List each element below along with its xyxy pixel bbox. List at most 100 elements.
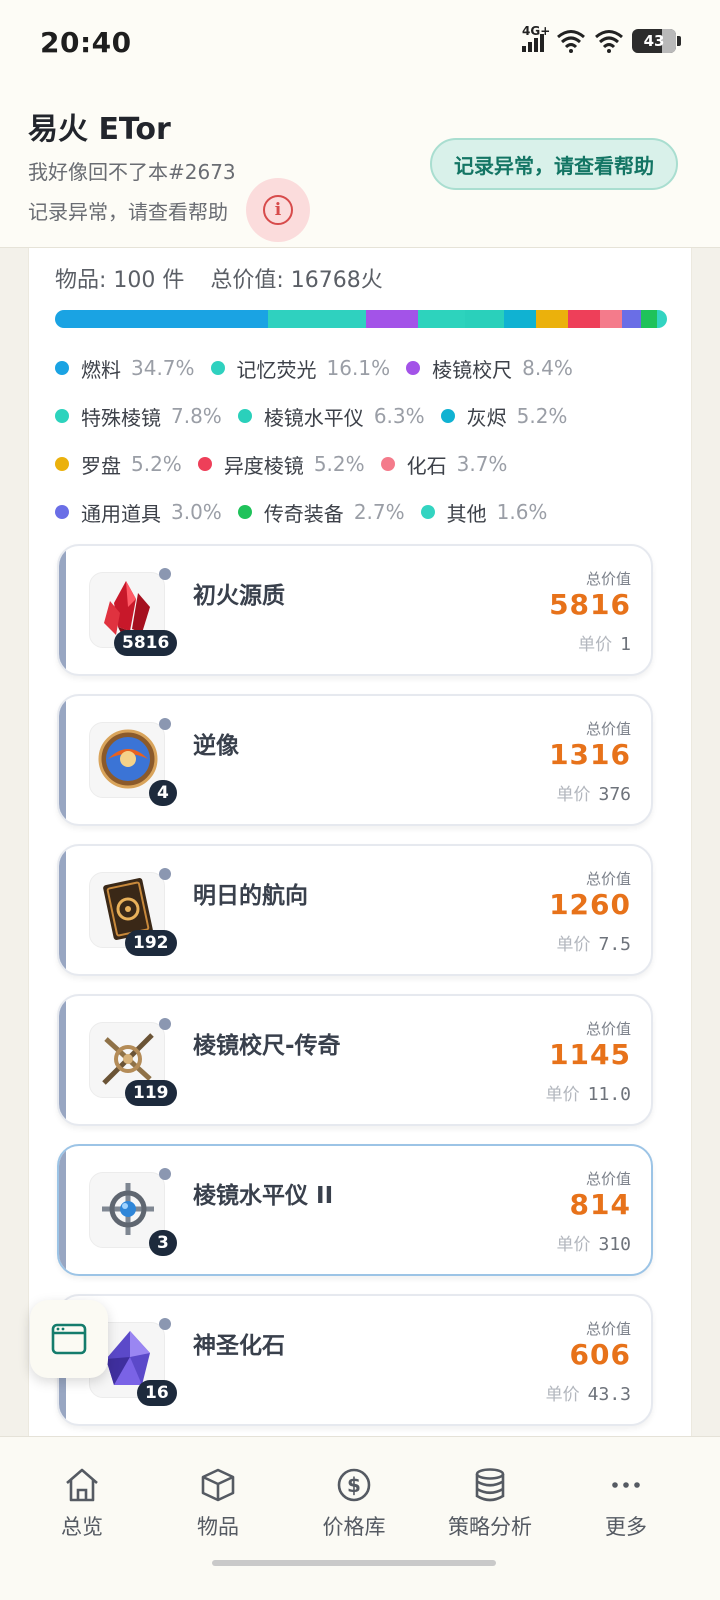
legend-dot bbox=[197, 457, 212, 471]
legend-name: 记忆荧光 bbox=[236, 357, 317, 382]
item-count-badge: 16 bbox=[137, 1380, 177, 1406]
legend-dot bbox=[237, 409, 252, 423]
item-accent-bar bbox=[59, 996, 66, 1124]
cube-icon bbox=[201, 1468, 235, 1502]
floating-window-button[interactable] bbox=[30, 1300, 108, 1378]
nav-more[interactable]: 更多 bbox=[556, 1467, 696, 1541]
legend-percent: 3.7% bbox=[456, 452, 508, 476]
legend-name: 棱镜校尺 bbox=[432, 357, 513, 382]
legend-percent: 16.1% bbox=[326, 356, 391, 380]
distribution-segment bbox=[640, 310, 658, 328]
nav-overview[interactable]: 总览 bbox=[12, 1467, 152, 1541]
distribution-segment bbox=[55, 310, 268, 328]
legend-item: 记忆荧光 16.1% bbox=[210, 354, 391, 383]
item-accent-bar bbox=[59, 546, 66, 674]
home-icon bbox=[66, 1468, 98, 1502]
item-card[interactable]: 3 棱镜水平仪 II 总价值 814 单价 310 bbox=[57, 1144, 653, 1276]
nav-price-library[interactable]: $ 价格库 bbox=[284, 1467, 424, 1541]
nav-items[interactable]: 物品 bbox=[148, 1467, 288, 1541]
nav-strategy[interactable]: 策略分析 bbox=[420, 1467, 560, 1541]
legend-row: 燃料 34.7% 记忆荧光 16.1% 棱镜校尺 8.4% bbox=[55, 344, 675, 392]
item-status-dot bbox=[159, 1168, 171, 1180]
item-name: 棱镜水平仪 II bbox=[193, 1183, 334, 1209]
item-status-dot bbox=[159, 718, 171, 730]
item-total-label: 总价值 bbox=[585, 720, 631, 738]
legend-name: 灰烬 bbox=[466, 405, 507, 430]
item-total-label: 总价值 bbox=[585, 1020, 631, 1038]
nav-label: 更多 bbox=[605, 1515, 647, 1539]
legend-dot bbox=[420, 505, 435, 519]
home-indicator[interactable] bbox=[212, 1560, 496, 1566]
mirror-orb-icon bbox=[98, 729, 158, 789]
item-accent-bar bbox=[59, 696, 66, 824]
legend-percent: 7.8% bbox=[171, 404, 222, 428]
item-total-label: 总价值 bbox=[585, 570, 631, 588]
item-accent-bar bbox=[59, 846, 66, 974]
legend-name: 罗盘 bbox=[81, 453, 121, 478]
item-total-value: 1260 bbox=[549, 888, 631, 921]
item-card[interactable]: 5816 初火源质 总价值 5816 单价 1 bbox=[57, 544, 653, 676]
distribution-segment bbox=[465, 310, 505, 328]
battery-level: 43 bbox=[643, 32, 665, 50]
item-unit-price: 单价 7.5 bbox=[556, 930, 631, 955]
item-total-value: 5816 bbox=[549, 588, 631, 621]
item-total-label: 总价值 bbox=[585, 870, 631, 888]
legend-item: 异度棱镜 5.2% bbox=[197, 450, 365, 479]
inventory-summary: 物品: 100 件总价值: 16768火 bbox=[55, 262, 383, 294]
item-card[interactable]: 192 明日的航向 总价值 1260 单价 7.5 bbox=[57, 844, 653, 976]
legend-percent: 5.2% bbox=[516, 404, 568, 428]
bottom-nav: 总览 物品 $ 价格库 策略分析 更多 bbox=[0, 1436, 720, 1600]
item-total-value: 606 bbox=[569, 1338, 631, 1371]
more-dots-icon bbox=[612, 1482, 640, 1488]
item-unit-label: 单价 bbox=[556, 785, 591, 805]
wifi-icon bbox=[557, 30, 585, 53]
info-button[interactable]: i bbox=[246, 178, 310, 242]
nav-label: 总览 bbox=[61, 1515, 103, 1539]
legend-percent: 5.2% bbox=[313, 452, 365, 476]
legend-row: 罗盘 5.2% 异度棱镜 5.2% 化石 3.7% bbox=[55, 440, 675, 488]
item-total-value: 814 bbox=[569, 1188, 631, 1221]
distribution-segment bbox=[417, 310, 466, 328]
item-count-badge: 4 bbox=[149, 780, 177, 806]
distribution-segment bbox=[599, 310, 623, 328]
legend-item: 特殊棱镜 7.8% bbox=[55, 402, 222, 431]
item-unit-label: 单价 bbox=[545, 1385, 580, 1405]
item-unit-price: 单价 1 bbox=[578, 630, 631, 655]
legend-dot bbox=[237, 505, 252, 519]
item-count: 物品: 100 件 bbox=[55, 268, 185, 293]
svg-text:$: $ bbox=[347, 1473, 361, 1497]
item-status-dot bbox=[159, 1318, 171, 1330]
legend-name: 化石 bbox=[406, 453, 447, 478]
legend-row: 通用道具 3.0% 传奇装备 2.7% 其他 1.6% bbox=[55, 488, 675, 536]
distribution-segment bbox=[267, 310, 367, 328]
wifi-icon-2 bbox=[595, 30, 623, 53]
item-unit-value: 310 bbox=[598, 1234, 631, 1255]
legend-name: 燃料 bbox=[81, 357, 121, 382]
item-unit-price: 单价 310 bbox=[556, 1230, 631, 1255]
legend-dot bbox=[55, 409, 69, 423]
legend-dot bbox=[440, 409, 455, 423]
item-total-label: 总价值 bbox=[585, 1170, 631, 1188]
distribution-segment bbox=[622, 310, 641, 328]
legend-item: 灰烬 5.2% bbox=[440, 402, 568, 431]
warning-help-button[interactable]: 记录异常，请查看帮助 bbox=[430, 138, 678, 190]
item-card[interactable]: 16 神圣化石 总价值 606 单价 43.3 bbox=[57, 1294, 653, 1426]
legend-name: 传奇装备 bbox=[263, 501, 344, 526]
prism-level-icon bbox=[102, 1183, 154, 1235]
distribution-segment bbox=[504, 310, 536, 328]
app-header: 易火 ETor 我好像回不了本#2673 记录异常，请查看帮助 i 记录异常，请… bbox=[0, 88, 720, 248]
distribution-segment bbox=[567, 310, 600, 328]
item-card[interactable]: 119 棱镜校尺-传奇 总价值 1145 单价 11.0 bbox=[57, 994, 653, 1126]
item-count-badge: 3 bbox=[149, 1230, 177, 1256]
item-unit-price: 单价 11.0 bbox=[546, 1080, 631, 1105]
item-unit-value: 376 bbox=[598, 784, 631, 805]
item-count-badge: 119 bbox=[125, 1080, 177, 1106]
item-unit-price: 单价 43.3 bbox=[546, 1380, 631, 1405]
item-name: 逆像 bbox=[193, 733, 239, 759]
item-status-dot bbox=[159, 1018, 171, 1030]
legend-item: 棱镜校尺 8.4% bbox=[406, 354, 573, 383]
item-unit-label: 单价 bbox=[556, 935, 591, 955]
item-card[interactable]: 4 逆像 总价值 1316 单价 376 bbox=[57, 694, 653, 826]
legend-name: 异度棱镜 bbox=[223, 453, 304, 478]
item-unit-value: 7.5 bbox=[598, 934, 631, 955]
